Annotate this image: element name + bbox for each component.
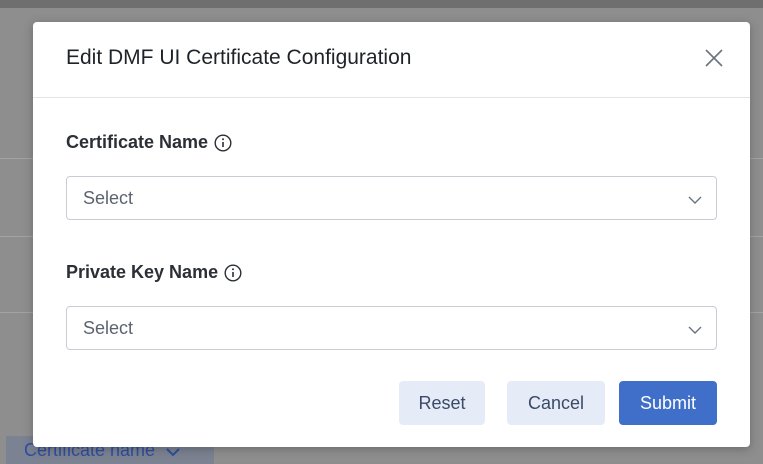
chevron-down-icon bbox=[688, 192, 702, 204]
chevron-down-icon bbox=[688, 322, 702, 334]
private-key-name-label: Private Key Name bbox=[66, 262, 242, 283]
certificate-name-select-value: Select bbox=[83, 188, 134, 208]
modal-header: Edit DMF UI Certificate Configuration bbox=[33, 22, 750, 98]
info-icon[interactable] bbox=[224, 263, 242, 282]
reset-button[interactable]: Reset bbox=[399, 381, 485, 425]
certificate-name-label-text: Certificate Name bbox=[66, 132, 209, 152]
modal-title: Edit DMF UI Certificate Configuration bbox=[66, 46, 412, 69]
cancel-button[interactable]: Cancel bbox=[507, 381, 605, 425]
certificate-name-label: Certificate Name bbox=[66, 132, 232, 153]
private-key-name-label-text: Private Key Name bbox=[66, 262, 219, 282]
private-key-name-select[interactable]: Select bbox=[66, 306, 717, 350]
background-top-bar bbox=[0, 0, 763, 8]
submit-button[interactable]: Submit bbox=[619, 381, 717, 425]
close-icon[interactable] bbox=[702, 46, 726, 70]
private-key-name-select-value: Select bbox=[83, 318, 134, 338]
certificate-name-select[interactable]: Select bbox=[66, 176, 717, 220]
info-icon[interactable] bbox=[214, 133, 232, 152]
edit-certificate-modal: Edit DMF UI Certificate Configuration Ce… bbox=[33, 22, 750, 447]
